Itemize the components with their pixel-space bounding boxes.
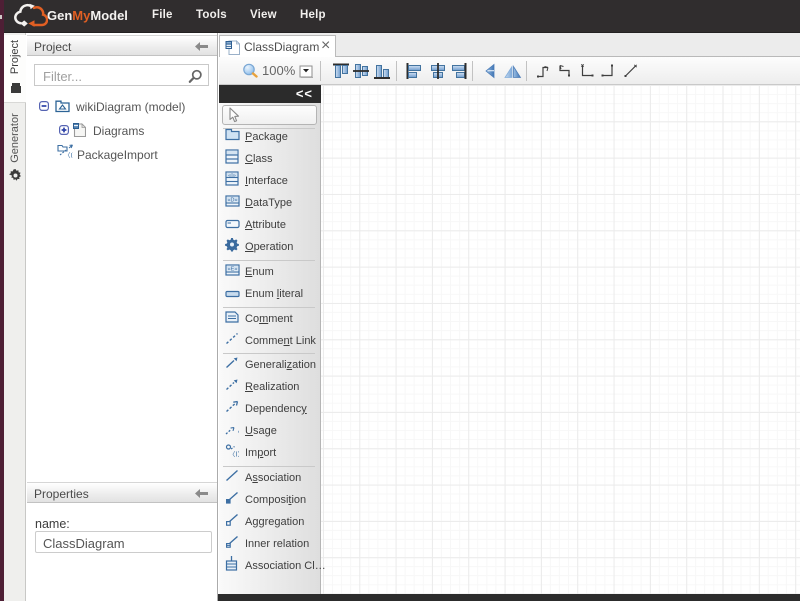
svg-text:〈I〉: 〈I〉 xyxy=(64,152,73,159)
svg-text:«E»: «E» xyxy=(228,266,238,272)
svg-text:«D»: «D» xyxy=(227,197,237,203)
svg-text:〈I〉: 〈I〉 xyxy=(234,428,239,435)
svg-text:〈I〉: 〈I〉 xyxy=(229,451,240,458)
